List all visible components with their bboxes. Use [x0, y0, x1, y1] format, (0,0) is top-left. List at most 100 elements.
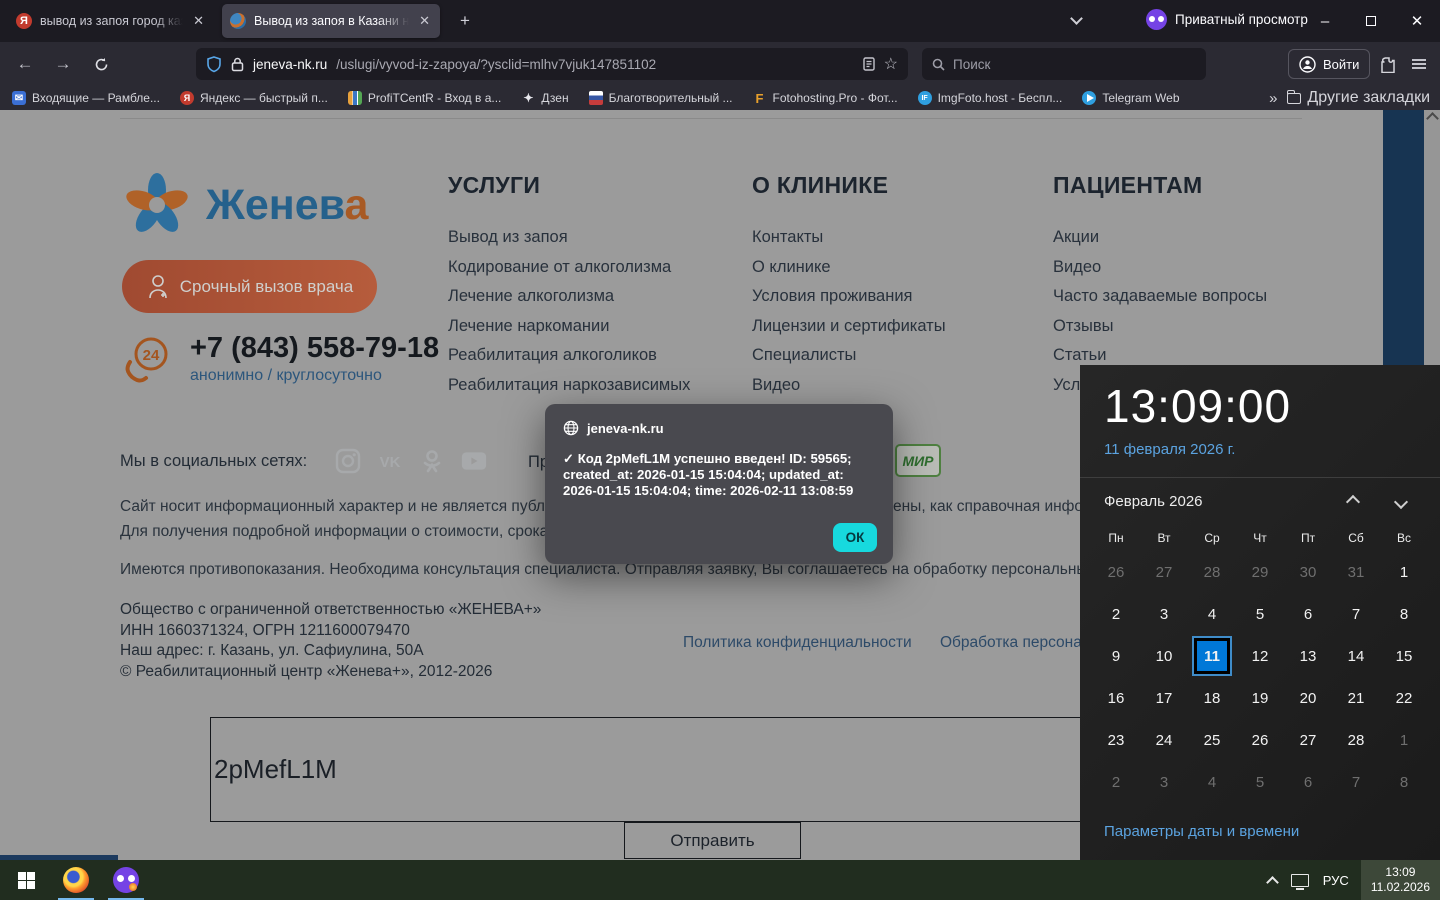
calendar-day-cell[interactable]: 2 [1092, 761, 1140, 803]
calendar-day-cell[interactable]: 1 [1380, 719, 1428, 761]
signin-button[interactable]: Войти [1288, 49, 1371, 79]
datetime-settings-link[interactable]: Параметры даты и времени [1104, 823, 1299, 840]
emergency-call-button[interactable]: Срочный вызов врача [122, 260, 377, 313]
back-button[interactable]: ← [10, 49, 40, 79]
new-tab-button[interactable]: + [452, 8, 478, 34]
language-indicator[interactable]: РУС [1323, 873, 1349, 888]
reload-button[interactable] [86, 49, 116, 79]
bookmarks-overflow-chevron[interactable]: » [1269, 90, 1277, 107]
footer-link[interactable]: О клинике [752, 253, 946, 283]
bookmark-item[interactable]: ProfiTCentR - Вход в а... [347, 91, 501, 105]
calendar-day-cell[interactable]: 7 [1332, 593, 1380, 635]
calendar-day-cell[interactable]: 8 [1380, 761, 1428, 803]
calendar-day-cell[interactable]: 3 [1140, 761, 1188, 803]
calendar-day-cell[interactable]: 20 [1284, 677, 1332, 719]
bookmark-star-icon[interactable]: ☆ [884, 54, 898, 74]
extensions-button[interactable] [1372, 49, 1402, 79]
footer-link[interactable]: Видео [752, 371, 946, 401]
calendar-day-cell[interactable]: 28 [1332, 719, 1380, 761]
odnoklassniki-icon[interactable] [419, 448, 445, 474]
calendar-day-cell[interactable]: 5 [1236, 593, 1284, 635]
footer-link[interactable]: Видео [1053, 253, 1267, 283]
calendar-day-cell[interactable]: 1 [1380, 551, 1428, 593]
bookmark-item[interactable]: Яндекс — быстрый п... [179, 91, 328, 105]
footer-link[interactable]: Вывод из запоя [448, 223, 690, 253]
footer-link[interactable]: Акции [1053, 223, 1267, 253]
calendar-day-cell[interactable]: 4 [1188, 593, 1236, 635]
calendar-day-cell[interactable]: 27 [1284, 719, 1332, 761]
footer-link[interactable]: Лечение наркомании [448, 312, 690, 342]
calendar-day-cell[interactable]: 4 [1188, 761, 1236, 803]
bookmark-item[interactable]: Дзен [521, 91, 568, 105]
calendar-day-cell[interactable]: 26 [1236, 719, 1284, 761]
calendar-day-cell[interactable]: 10 [1140, 635, 1188, 677]
calendar-day-cell[interactable]: 12 [1236, 635, 1284, 677]
bookmark-item[interactable]: ImgFoto.host - Беспл... [917, 91, 1062, 105]
url-bar[interactable]: jeneva-nk.ru/uslugi/vyvod-iz-zapoya/?ysc… [196, 48, 908, 80]
tray-clock[interactable]: 13:09 11.02.2026 [1360, 860, 1440, 900]
tab-close-icon[interactable]: ✕ [191, 13, 206, 29]
calendar-day-cell[interactable]: 16 [1092, 677, 1140, 719]
calendar-day-cell[interactable]: 19 [1236, 677, 1284, 719]
calendar-day-cell[interactable]: 26 [1092, 551, 1140, 593]
reader-view-icon[interactable] [862, 57, 875, 71]
other-bookmarks-button[interactable]: Другие закладки [1287, 89, 1430, 107]
footer-link[interactable]: Условия проживания [752, 282, 946, 312]
phone-number[interactable]: +7 (843) 558-79-18 [190, 332, 439, 365]
calendar-day-cell[interactable]: 25 [1188, 719, 1236, 761]
footer-link[interactable]: Специалисты [752, 341, 946, 371]
hidden-icons-chevron[interactable] [1265, 875, 1279, 889]
submit-button[interactable]: Отправить [624, 822, 801, 859]
tab-yandex-search[interactable]: Я вывод из запоя город казань — ✕ [8, 4, 214, 38]
search-field[interactable]: Поиск [922, 48, 1206, 80]
calendar-day-cell[interactable]: 28 [1188, 551, 1236, 593]
taskbar-firefox-button[interactable] [52, 860, 100, 900]
calendar-day-cell[interactable]: 6 [1284, 761, 1332, 803]
calendar-day-cell[interactable]: 3 [1140, 593, 1188, 635]
vk-icon[interactable]: VK [377, 448, 403, 474]
taskbar-firefox-private-button[interactable] [102, 860, 150, 900]
calendar-day-cell[interactable]: 31 [1332, 551, 1380, 593]
calendar-day-cell[interactable]: 30 [1284, 551, 1332, 593]
calendar-day-cell[interactable]: 18 [1188, 677, 1236, 719]
calendar-day-cell[interactable]: 23 [1092, 719, 1140, 761]
footer-link[interactable]: Реабилитация алкоголиков [448, 341, 690, 371]
bookmark-item[interactable]: Благотворительный ... [588, 91, 733, 105]
bookmark-item[interactable]: Входящие — Рамбле... [12, 91, 160, 105]
scrollbar-up-arrow-icon[interactable] [1425, 112, 1439, 125]
calendar-day-cell[interactable]: 11 [1188, 635, 1236, 677]
calendar-day-cell[interactable]: 17 [1140, 677, 1188, 719]
minimize-button[interactable]: – [1302, 0, 1348, 42]
calendar-day-cell[interactable]: 29 [1236, 551, 1284, 593]
footer-link[interactable]: Лицензии и сертификаты [752, 312, 946, 342]
footer-link[interactable]: Лечение алкоголизма [448, 282, 690, 312]
calendar-day-cell[interactable]: 2 [1092, 593, 1140, 635]
privacy-policy-link[interactable]: Политика конфиденциальности [683, 634, 912, 652]
calendar-day-cell[interactable]: 8 [1380, 593, 1428, 635]
network-icon[interactable] [1290, 873, 1309, 890]
calendar-day-cell[interactable]: 15 [1380, 635, 1428, 677]
calendar-day-cell[interactable]: 9 [1092, 635, 1140, 677]
calendar-day-cell[interactable]: 6 [1284, 593, 1332, 635]
calendar-day-cell[interactable]: 22 [1380, 677, 1428, 719]
tracking-shield-icon[interactable] [206, 55, 222, 73]
tab-close-icon[interactable]: ✕ [417, 13, 432, 29]
menu-button[interactable] [1404, 49, 1434, 79]
calendar-day-cell[interactable]: 14 [1332, 635, 1380, 677]
calendar-day-cell[interactable]: 7 [1332, 761, 1380, 803]
restore-button[interactable] [1348, 0, 1394, 42]
calendar-day-cell[interactable]: 21 [1332, 677, 1380, 719]
calendar-day-cell[interactable]: 5 [1236, 761, 1284, 803]
close-button[interactable]: ✕ [1394, 0, 1440, 42]
calendar-prev-icon[interactable] [1345, 494, 1361, 509]
bookmark-item[interactable]: Telegram Web [1082, 91, 1180, 105]
footer-link[interactable]: Реабилитация наркозависимых [448, 371, 690, 401]
forward-button[interactable]: → [48, 49, 78, 79]
calendar-day-cell[interactable]: 24 [1140, 719, 1188, 761]
youtube-icon[interactable] [461, 448, 487, 474]
list-all-tabs-icon[interactable] [1070, 12, 1083, 25]
tab-jeneva-active[interactable]: Вывод из запоя в Казани на до ✕ [222, 4, 440, 38]
instagram-icon[interactable] [335, 448, 361, 474]
footer-link[interactable]: Контакты [752, 223, 946, 253]
calendar-next-icon[interactable] [1393, 494, 1409, 509]
